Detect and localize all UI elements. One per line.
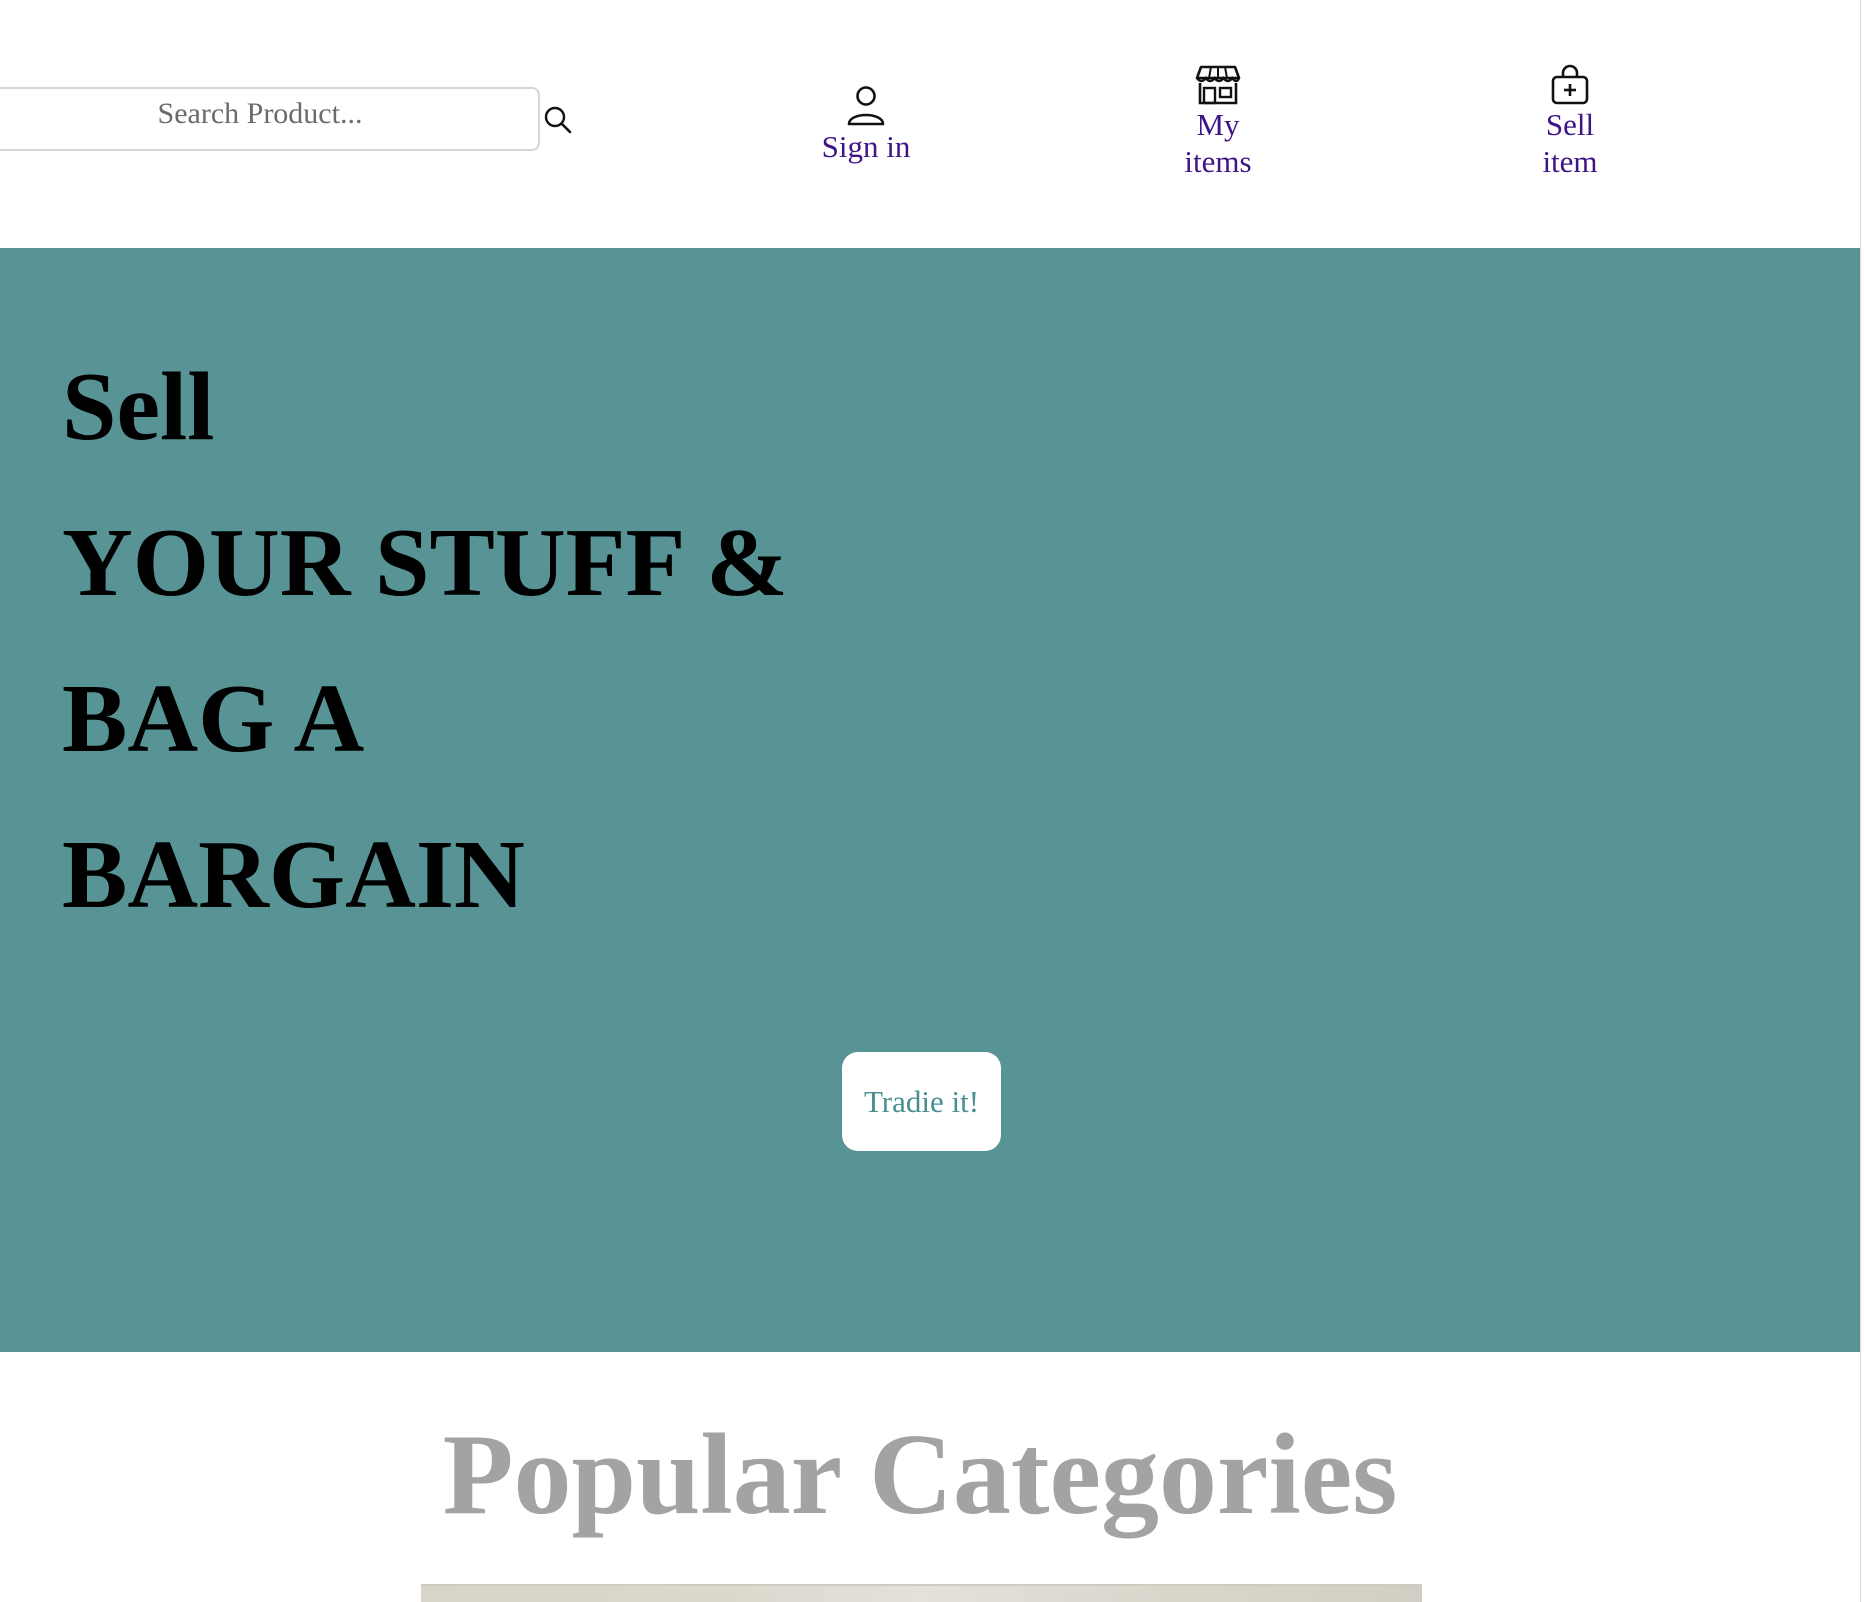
hero-heading-line: YOUR STUFF & [62,509,788,617]
bag-plus-icon [1551,64,1589,105]
my-items-link[interactable]: My items [1158,64,1278,180]
hero-heading-line: BARGAIN [62,821,525,929]
category-card-image[interactable] [421,1584,1422,1602]
page-divider [1860,0,1861,1602]
tradie-it-button[interactable]: Tradie it! [842,1052,1001,1151]
hero-heading-line: Sell [62,353,215,461]
hero-banner: Sell YOUR STUFF & BAG A BARGAIN Tradie i… [0,248,1860,1352]
sign-in-label: Sign in [821,129,911,164]
sell-item-label: Sell item [1542,107,1598,179]
hero-heading-line: BAG A [62,665,365,773]
popular-categories-heading: Popular Categories [442,1411,1398,1539]
my-items-label: My items [1184,107,1252,179]
search-input[interactable] [0,87,540,151]
storefront-icon [1195,65,1241,105]
site-header: Sign in My items Sell item [0,0,1860,248]
sell-item-link[interactable]: Sell item [1510,64,1630,180]
page: Sign in My items Sell item [0,0,1860,1602]
search-button[interactable] [542,104,574,136]
user-icon [847,86,885,126]
search-icon [544,106,572,134]
sign-in-link[interactable]: Sign in [806,84,926,165]
